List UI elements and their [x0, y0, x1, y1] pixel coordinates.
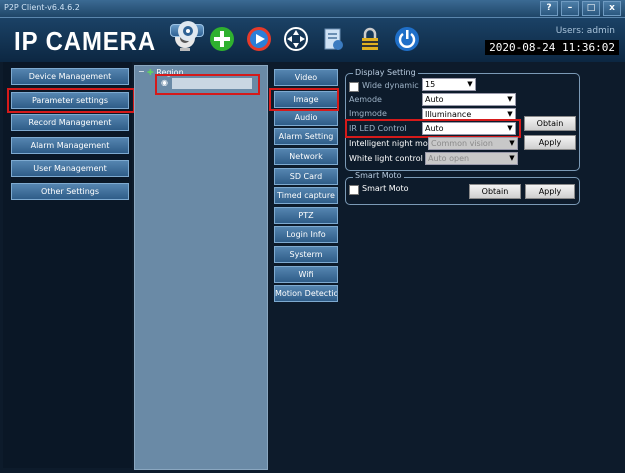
imgmode-value: Illuminance: [425, 110, 472, 119]
nav-record-management[interactable]: Record Management: [11, 114, 129, 131]
wide-dynamic-checkbox[interactable]: [349, 82, 359, 92]
tab-motion-detection[interactable]: Motion Detection: [274, 285, 338, 302]
tree-node-icon: ✚: [147, 68, 154, 77]
smart-obtain-button[interactable]: Obtain: [469, 184, 521, 199]
nav-device-management[interactable]: Device Management: [11, 68, 129, 85]
wide-dynamic-value: 15: [425, 80, 436, 89]
tab-timed-capture[interactable]: Timed capture: [274, 187, 338, 204]
smart-moto-label: Smart Moto: [362, 184, 409, 193]
settings-icon[interactable]: [170, 20, 204, 41]
highlight-parameter-settings: [7, 88, 135, 113]
tab-network[interactable]: Network: [274, 148, 338, 165]
night-mode-select[interactable]: Common vision ▼: [428, 137, 518, 150]
file-icon[interactable]: [318, 24, 348, 54]
highlight-image-tab: [269, 88, 339, 111]
nav-user-management[interactable]: User Management: [11, 160, 129, 177]
night-mode-label: Intelligent night mode: [349, 139, 438, 148]
title-bar: P2P Client-v6.4.6.2 ? – □ x: [0, 0, 625, 18]
white-light-label: White light control: [349, 154, 423, 163]
chevron-down-icon: ▼: [509, 139, 515, 147]
display-apply-button[interactable]: Apply: [524, 135, 576, 150]
highlight-device: [155, 74, 260, 95]
maximize-button[interactable]: □: [582, 1, 600, 16]
smart-moto-checkbox[interactable]: [349, 185, 359, 195]
playback-icon[interactable]: [244, 24, 274, 54]
aemode-label: Aemode: [349, 95, 382, 104]
tab-audio[interactable]: Audio: [274, 109, 338, 126]
tab-sd-card[interactable]: SD Card: [274, 168, 338, 185]
tab-video[interactable]: Video: [274, 69, 338, 86]
app-header: IP CAMERA Users: admin 2020-08-24 11:36:…: [0, 18, 625, 62]
close-button[interactable]: x: [603, 1, 621, 16]
night-mode-value: Common vision: [431, 139, 493, 148]
minimize-button[interactable]: –: [561, 1, 579, 16]
wide-dynamic-label: Wide dynamic: [362, 81, 419, 90]
nav-alarm-management[interactable]: Alarm Management: [11, 137, 129, 154]
app-logo: IP CAMERA: [14, 26, 157, 56]
aemode-select[interactable]: Auto ▼: [422, 93, 516, 106]
chevron-down-icon: ▼: [507, 110, 513, 118]
power-icon[interactable]: [392, 24, 422, 54]
tab-wifi[interactable]: Wifi: [274, 266, 338, 283]
aemode-value: Auto: [425, 95, 444, 104]
nav-other-settings[interactable]: Other Settings: [11, 183, 129, 200]
device-tree[interactable]: − ✚ Region ◉: [134, 65, 268, 470]
left-navigation: Device Management Parameter settings Rec…: [3, 62, 132, 468]
chevron-down-icon: ▼: [509, 154, 515, 162]
lock-icon[interactable]: [355, 24, 385, 54]
display-setting-legend: Display Setting: [353, 68, 418, 77]
display-obtain-button[interactable]: Obtain: [524, 116, 576, 131]
highlight-ir-led-control: [345, 119, 521, 138]
wide-dynamic-select[interactable]: 15 ▼: [422, 78, 476, 91]
white-light-select[interactable]: Auto open ▼: [425, 152, 518, 165]
chevron-down-icon: ▼: [467, 80, 473, 88]
smart-apply-button[interactable]: Apply: [525, 184, 575, 199]
tab-alarm-setting[interactable]: Alarm Setting: [274, 128, 338, 145]
tab-systerm[interactable]: Systerm: [274, 246, 338, 263]
datetime-display: 2020-08-24 11:36:02: [485, 40, 619, 55]
chevron-down-icon: ▼: [507, 95, 513, 103]
collapse-icon[interactable]: −: [138, 67, 145, 76]
window-title: P2P Client-v6.4.6.2: [4, 3, 80, 12]
help-button[interactable]: ?: [540, 1, 558, 16]
user-info: Users: admin: [555, 26, 615, 36]
smart-moto-legend: Smart Moto: [353, 171, 404, 180]
add-icon[interactable]: [207, 24, 237, 54]
tab-ptz[interactable]: PTZ: [274, 207, 338, 224]
tab-login-info[interactable]: Login Info: [274, 226, 338, 243]
ptz-icon[interactable]: [281, 24, 311, 54]
white-light-value: Auto open: [428, 154, 470, 163]
imgmode-label: Imgmode: [349, 109, 387, 118]
